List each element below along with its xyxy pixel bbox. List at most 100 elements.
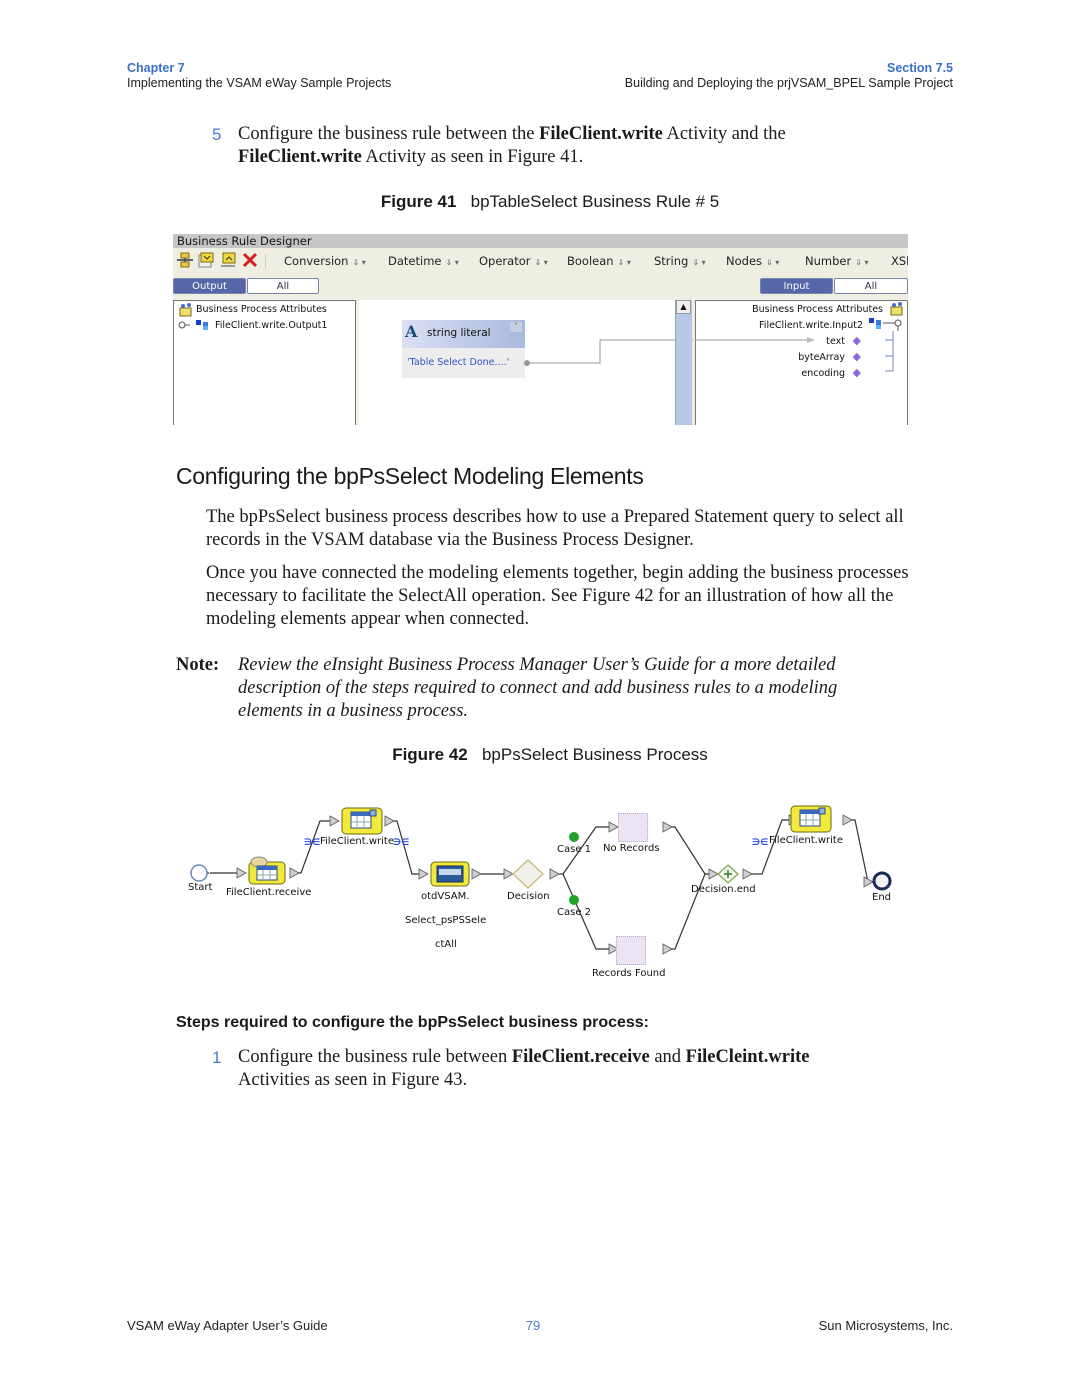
note-text: Review the eInsight Business Process Man… <box>238 655 838 721</box>
write1-label: FileClient.write <box>320 836 395 847</box>
collapse-down-icon[interactable] <box>198 252 214 268</box>
attributes-folder-icon <box>179 303 192 317</box>
menu-string[interactable]: String ⇓ ▾ <box>654 254 706 268</box>
string-literal-title: string literal <box>427 327 491 339</box>
figure-41-caption: Figure 41 bpTableSelect Business Rule # … <box>0 192 1080 212</box>
no-records-label: No Records <box>603 843 660 854</box>
chevron-down-icon: ⇓ ▾ <box>692 258 706 267</box>
menu-datetime[interactable]: Datetime ⇓ ▾ <box>388 254 459 268</box>
records-found-activity[interactable] <box>616 936 646 965</box>
file-write-activity-icon[interactable] <box>340 806 384 836</box>
diamond-icon: ◆ <box>852 350 861 363</box>
tab-all-left[interactable]: All <box>247 278 319 294</box>
input-tree-panel: Business Process Attributes FileClient.w… <box>695 300 908 425</box>
section-title: Building and Deploying the prjVSAM_BPEL … <box>624 76 953 90</box>
menu-label: Datetime <box>388 254 442 268</box>
business-process-diagram: Start FileClient.receive FileClient.writ… <box>180 796 910 986</box>
field-bytearray[interactable]: byteArray <box>798 352 845 363</box>
section-label: Section 7.5 <box>887 61 953 75</box>
string-literal-box[interactable]: A string literal ˄ 'Table Select Done...… <box>402 320 525 378</box>
menu-label: String <box>654 254 689 268</box>
start-event-icon[interactable] <box>189 863 209 883</box>
end-event-icon[interactable] <box>872 871 892 891</box>
step-number: 1 <box>212 1048 222 1067</box>
paragraph-intro: The bpPsSelect business process describe… <box>206 507 904 550</box>
business-rule-designer: Business Rule Designer Conversion ⇓ ▾ Dat… <box>173 234 908 425</box>
note-label: Note: <box>176 655 220 675</box>
otd-label-line2: Select_psPSSele <box>405 915 487 926</box>
tree-child-label[interactable]: FileClient.write.Output1 <box>215 320 327 331</box>
tree-node-icon[interactable] <box>178 319 214 331</box>
scroll-up-arrow-icon[interactable]: ▲ <box>676 300 691 314</box>
steps-heading: Steps required to configure the bpPsSele… <box>176 1014 650 1031</box>
receive-label: FileClient.receive <box>226 887 312 898</box>
step-1: 1 Configure the business rule between Fi… <box>212 1046 932 1092</box>
delete-icon[interactable] <box>242 252 258 268</box>
diamond-icon: ◆ <box>852 366 861 379</box>
records-found-label: Records Found <box>592 968 666 979</box>
otd-label-line3: ctAll <box>435 939 457 950</box>
activity-name: FileCleint.write <box>685 1047 810 1067</box>
step-text: Configure the business rule between <box>238 1047 512 1067</box>
menu-label: Operator <box>479 254 531 268</box>
tree-child-label[interactable]: FileClient.write.Input2 <box>759 320 863 331</box>
section-heading: Configuring the bpPsSelect Modeling Elem… <box>176 463 644 489</box>
field-encoding[interactable]: encoding <box>801 368 845 379</box>
running-header-left: Chapter 7 Implementing the VSAM eWay Sam… <box>127 61 391 91</box>
case-2-marker-icon[interactable] <box>568 894 580 906</box>
activity-name: FileClient.write <box>238 147 362 167</box>
menu-operator[interactable]: Operator ⇓ ▾ <box>479 254 548 268</box>
string-literal-header: A string literal ˄ <box>402 320 525 348</box>
menu-label: Conversion <box>284 254 349 268</box>
designer-toolbar: Conversion ⇓ ▾ Datetime ⇓ ▾ Operator ⇓ ▾ Bo… <box>173 250 908 272</box>
chapter-label: Chapter 7 <box>127 61 185 75</box>
tab-all-right[interactable]: All <box>834 278 908 294</box>
business-rule-icon[interactable]: ∋∈ <box>752 838 768 848</box>
menu-number[interactable]: Number ⇓ ▾ <box>805 254 868 268</box>
tree-node-icon <box>869 318 902 372</box>
decision-end-label: Decision.end <box>691 884 756 895</box>
business-rule-icon[interactable]: ∋∈ <box>304 838 320 848</box>
case-1-marker-icon[interactable] <box>568 831 580 843</box>
note: Note: Review the eInsight Business Proce… <box>176 654 876 723</box>
menu-label: XSl <box>891 254 908 268</box>
step-text: and <box>649 1047 686 1067</box>
chevron-down-icon: ⇓ ▾ <box>352 258 366 267</box>
figure-42-caption: Figure 42 bpPsSelect Business Process <box>0 745 1080 765</box>
menu-xsl[interactable]: XSl <box>891 254 908 268</box>
tab-output[interactable]: Output <box>173 278 246 294</box>
string-literal-body: 'Table Select Done....' <box>402 348 525 378</box>
file-receive-activity-icon[interactable] <box>247 856 289 886</box>
decision-end-gateway-icon[interactable] <box>717 864 739 884</box>
canvas-scrollbar[interactable]: ▲ <box>675 300 692 425</box>
decision-gateway-icon[interactable] <box>512 859 544 889</box>
activity-name: FileClient.write <box>539 124 663 144</box>
menu-label: Nodes <box>726 254 763 268</box>
collapse-up-icon[interactable] <box>220 252 236 268</box>
vsam-otd-activity-icon[interactable] <box>429 860 471 888</box>
end-label: End <box>872 892 892 903</box>
field-text[interactable]: text <box>826 336 845 347</box>
chapter-title: Implementing the VSAM eWay Sample Projec… <box>127 76 392 90</box>
file-write-activity-icon[interactable] <box>789 804 833 834</box>
step-number: 5 <box>212 125 222 144</box>
expand-icon[interactable] <box>177 252 193 268</box>
chevron-down-icon: ⇓ ▾ <box>766 258 780 267</box>
menu-conversion[interactable]: Conversion ⇓ ▾ <box>284 254 366 268</box>
running-header-right: Section 7.5 Building and Deploying the p… <box>625 61 953 91</box>
paragraph-connect: Once you have connected the modeling ele… <box>206 563 909 629</box>
menu-nodes[interactable]: Nodes ⇓ ▾ <box>726 254 779 268</box>
tree-root-label: Business Process Attributes <box>752 304 883 315</box>
chevron-down-icon: ⇓ ▾ <box>534 258 548 267</box>
business-rule-icon[interactable]: ∋∈ <box>393 838 409 848</box>
menu-boolean[interactable]: Boolean ⇓ ▾ <box>567 254 631 268</box>
chevron-down-icon: ⇓ ▾ <box>855 258 869 267</box>
mapping-connector <box>524 339 693 366</box>
menu-label: Number <box>805 254 852 268</box>
chevron-down-icon: ⇓ ▾ <box>445 258 459 267</box>
footer-company: Sun Microsystems, Inc. <box>818 1318 953 1333</box>
tab-input[interactable]: Input <box>760 278 833 294</box>
string-literal-value[interactable]: 'Table Select Done....' <box>407 357 509 368</box>
no-records-activity[interactable] <box>618 813 648 842</box>
collapse-button[interactable]: ˄ <box>510 322 522 332</box>
